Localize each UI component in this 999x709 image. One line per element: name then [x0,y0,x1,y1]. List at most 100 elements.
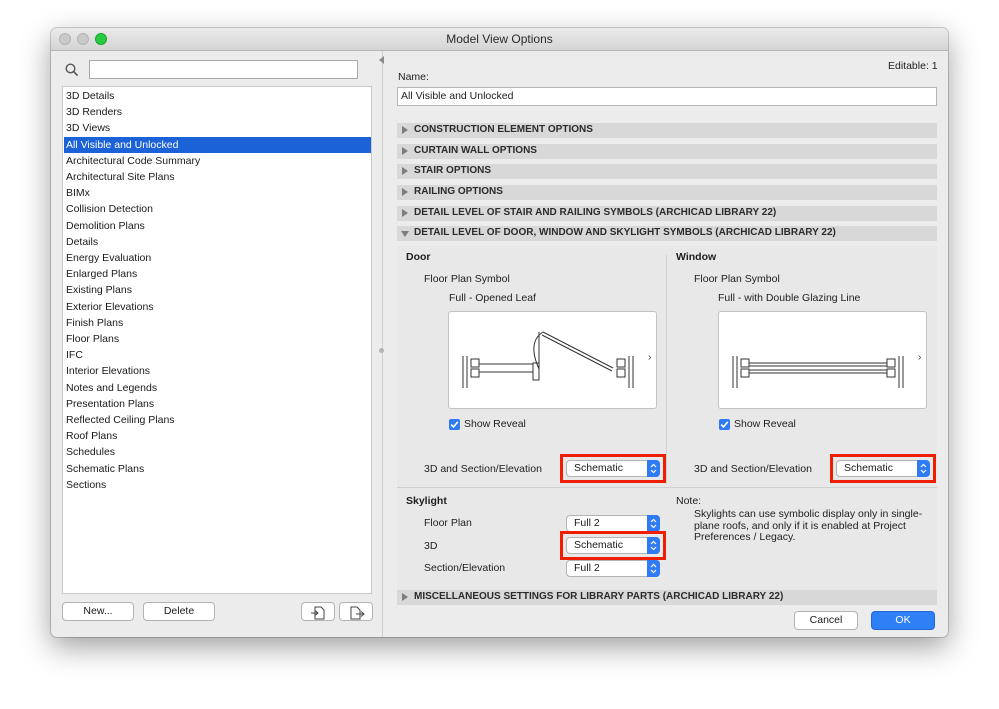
export-icon [350,606,365,620]
name-label: Name: [398,71,429,83]
search-input[interactable] [89,60,358,79]
section-title: DETAIL LEVEL OF STAIR AND RAILING SYMBOL… [414,207,777,218]
section-title: STAIR OPTIONS [414,165,492,176]
door-show-reveal-label: Show Reveal [464,418,526,430]
list-item[interactable]: Demolition Plans [64,218,371,234]
section-title: DETAIL LEVEL OF DOOR, WINDOW AND SKYLIGH… [414,227,836,238]
disclosure-triangle-icon [402,188,408,196]
section-title: CONSTRUCTION ELEMENT OPTIONS [414,124,593,135]
disclosure-triangle-icon [402,593,408,601]
list-item[interactable]: Architectural Code Summary [64,153,371,169]
dialog-window: Model View Options 3D Details 3D Renders 3… [51,28,948,637]
section-header[interactable]: RAILING OPTIONS [397,185,937,200]
window-symbol-image [732,356,904,388]
door-heading: Door [406,251,431,263]
new-button[interactable]: New... [62,602,134,621]
section-title: MISCELLANEOUS SETTINGS FOR LIBRARY PARTS… [414,591,784,602]
list-item[interactable]: Architectural Site Plans [64,169,371,185]
disclosure-triangle-icon [402,126,408,134]
list-item[interactable]: Collision Detection [64,201,371,217]
row-divider [397,487,937,488]
import-icon [311,606,325,620]
disclosure-triangle-icon [402,147,408,155]
door-symbol-label: Floor Plan Symbol [424,273,510,285]
list-item[interactable]: 3D Details [64,88,371,104]
import-button[interactable] [301,602,335,621]
window-next-icon[interactable]: › [918,352,921,363]
list-item[interactable]: Reflected Ceiling Plans [64,412,371,428]
window-show-reveal-checkbox[interactable] [719,419,730,430]
skylight-section-value: Full 2 [574,562,600,574]
door-3d-section-label: 3D and Section/Elevation [424,463,542,475]
list-item[interactable]: Floor Plans [64,331,371,347]
export-button[interactable] [339,602,373,621]
view-list[interactable]: 3D Details 3D Renders 3D Views All Visible … [62,86,372,594]
search-icon [65,63,79,77]
ok-button[interactable]: OK [871,611,935,630]
list-item[interactable]: Sections [64,477,371,493]
skylight-section-label: Section/Elevation [424,562,506,574]
chevron-updown-icon [647,515,660,532]
window-symbol-label: Floor Plan Symbol [694,273,780,285]
note-label: Note: [676,495,702,507]
disclosure-triangle-icon [402,167,408,175]
list-item[interactable]: Energy Evaluation [64,250,371,266]
list-item[interactable]: IFC [64,347,371,363]
editable-count: Editable: 1 [888,60,938,72]
door-symbol-preview[interactable]: › [448,311,657,409]
section-misc-settings[interactable]: MISCELLANEOUS SETTINGS FOR LIBRARY PARTS… [397,590,937,605]
window-title: Model View Options [446,32,553,46]
collapse-left-icon[interactable] [379,56,384,64]
name-field[interactable]: All Visible and Unlocked [397,87,937,106]
window-show-reveal-label: Show Reveal [734,418,796,430]
note-text: Skylights can use symbolic display only … [694,508,923,543]
list-item[interactable]: Finish Plans [64,315,371,331]
skylight-heading: Skylight [406,495,447,507]
skylight-floor-plan-select[interactable]: Full 2 [566,515,660,532]
list-item[interactable]: Notes and Legends [64,380,371,396]
list-item[interactable]: Enlarged Plans [64,266,371,282]
list-item[interactable]: Interior Elevations [64,363,371,379]
section-header[interactable]: DETAIL LEVEL OF DOOR, WINDOW AND SKYLIGH… [397,226,937,241]
section-title: CURTAIN WALL OPTIONS [414,145,537,156]
list-item[interactable]: Existing Plans [64,282,371,298]
delete-button[interactable]: Delete [143,602,215,621]
skylight-3d-label: 3D [424,540,438,552]
skylight-floor-plan-label: Floor Plan [424,517,472,529]
window-heading: Window [676,251,717,263]
door-next-icon[interactable]: › [648,352,651,363]
disclosure-triangle-icon [401,231,409,237]
window-symbol-value: Full - with Double Glazing Line [718,292,861,304]
list-item[interactable]: Schedules [64,444,371,460]
door-symbol-image [462,331,634,388]
window-select-highlight [830,454,936,483]
list-item[interactable]: All Visible and Unlocked [64,136,371,153]
section-header[interactable]: CURTAIN WALL OPTIONS [397,144,937,159]
door-select-highlight [560,454,666,483]
list-item[interactable]: 3D Renders [64,104,371,120]
door-symbol-value: Full - Opened Leaf [449,292,536,304]
list-item[interactable]: Schematic Plans [64,461,371,477]
pane-divider[interactable] [382,51,383,637]
skylight-select-highlight [560,531,666,560]
section-header[interactable]: CONSTRUCTION ELEMENT OPTIONS [397,123,937,138]
list-item[interactable]: 3D Views [64,120,371,136]
list-item[interactable]: Roof Plans [64,428,371,444]
disclosure-triangle-icon [402,209,408,217]
section-header[interactable]: DETAIL LEVEL OF STAIR AND RAILING SYMBOL… [397,206,937,221]
door-show-reveal-checkbox[interactable] [449,419,460,430]
window-symbol-preview[interactable]: › [718,311,927,409]
splitter-handle[interactable] [379,348,384,353]
skylight-floor-plan-value: Full 2 [574,517,600,529]
list-item[interactable]: Details [64,234,371,250]
chevron-updown-icon [647,560,660,577]
list-item[interactable]: Presentation Plans [64,396,371,412]
section-header[interactable]: STAIR OPTIONS [397,164,937,179]
section-title: RAILING OPTIONS [414,186,503,197]
cancel-button[interactable]: Cancel [794,611,858,630]
list-item[interactable]: BIMx [64,185,371,201]
skylight-section-select[interactable]: Full 2 [566,560,660,577]
title-bar[interactable]: Model View Options [51,28,948,51]
list-item[interactable]: Exterior Elevations [64,299,371,315]
column-divider [666,255,667,484]
